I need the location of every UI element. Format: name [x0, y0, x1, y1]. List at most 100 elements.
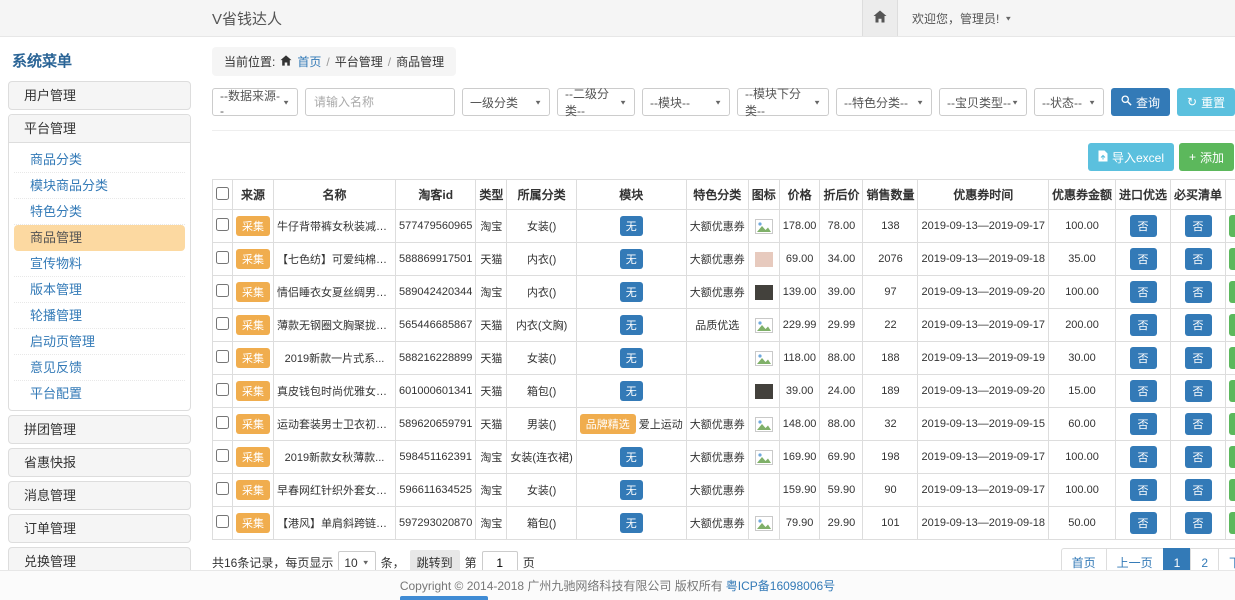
- status-button[interactable]: 上架: [1229, 380, 1235, 402]
- module-badge: 无: [620, 513, 643, 533]
- row-checkbox[interactable]: [216, 482, 229, 495]
- sidebar-item-message-mgmt[interactable]: 消息管理: [8, 481, 191, 510]
- discount-price: 24.00: [820, 375, 863, 408]
- filter-select-module-subcategory[interactable]: --模块下分类-- ▼: [737, 88, 829, 116]
- icp-link[interactable]: 粤ICP备16098006号: [726, 577, 835, 594]
- prev-page-button[interactable]: 上一页: [1106, 548, 1164, 570]
- add-button[interactable]: + 添加: [1179, 143, 1234, 171]
- import-select-toggle[interactable]: 否: [1130, 479, 1157, 501]
- sales-count: 138: [863, 210, 918, 243]
- must-buy-toggle[interactable]: 否: [1185, 512, 1212, 534]
- sidebar-item-goods-category[interactable]: 商品分类: [14, 147, 185, 173]
- row-checkbox[interactable]: [216, 383, 229, 396]
- row-checkbox[interactable]: [216, 350, 229, 363]
- sidebar-title: 系统菜单: [8, 37, 191, 81]
- import-select-toggle[interactable]: 否: [1130, 446, 1157, 468]
- row-checkbox[interactable]: [216, 416, 229, 429]
- sales-count: 188: [863, 342, 918, 375]
- must-buy-toggle[interactable]: 否: [1185, 314, 1212, 336]
- status-button[interactable]: 上架: [1229, 248, 1235, 270]
- status-button[interactable]: 上架: [1229, 413, 1235, 435]
- per-page-select[interactable]: 10 ▼: [338, 551, 375, 571]
- sidebar-item-goods-mgmt[interactable]: 商品管理: [14, 225, 185, 251]
- filter-select-module[interactable]: --模块-- ▼: [642, 88, 730, 116]
- import-select-toggle[interactable]: 否: [1130, 347, 1157, 369]
- product-image-icon: [755, 417, 773, 432]
- user-menu[interactable]: 欢迎您，管理员! ▼: [912, 10, 1012, 27]
- sidebar-item-exchange-mgmt[interactable]: 兑换管理: [8, 547, 191, 570]
- sidebar-item-platform-config[interactable]: 平台配置: [14, 381, 185, 406]
- page-button-2[interactable]: 2: [1190, 548, 1219, 570]
- sidebar-item-platform-header[interactable]: 平台管理: [9, 115, 190, 143]
- name-search-input[interactable]: [305, 88, 455, 116]
- sidebar-item-order-mgmt[interactable]: 订单管理: [8, 514, 191, 543]
- page-button-1[interactable]: 1: [1163, 548, 1192, 570]
- row-checkbox[interactable]: [216, 218, 229, 231]
- home-button[interactable]: [862, 0, 898, 36]
- filter-select-feature-category[interactable]: --特色分类-- ▼: [836, 88, 932, 116]
- breadcrumb-home-link[interactable]: 首页: [297, 53, 321, 70]
- import-select-toggle[interactable]: 否: [1130, 413, 1157, 435]
- price: 69.00: [779, 243, 820, 276]
- select-all-checkbox[interactable]: [216, 187, 229, 200]
- sidebar-item-group-buy-mgmt[interactable]: 拼团管理: [8, 415, 191, 444]
- page-number-input[interactable]: [482, 551, 518, 571]
- caret-down-icon: ▼: [619, 98, 627, 105]
- next-page-button[interactable]: 下一页: [1218, 548, 1235, 570]
- module-badge: 无: [620, 315, 643, 335]
- filter-select-item-type[interactable]: --宝贝类型-- ▼: [939, 88, 1027, 116]
- search-button[interactable]: 查询: [1111, 88, 1170, 116]
- first-page-button[interactable]: 首页: [1061, 548, 1107, 570]
- status-button[interactable]: 上架: [1229, 347, 1235, 369]
- table-row: 采集 【港风】单肩斜跨链条... 597293020870 淘宝 箱包() 无 …: [213, 507, 1235, 540]
- row-checkbox[interactable]: [216, 515, 229, 528]
- status-button[interactable]: 上架: [1229, 314, 1235, 336]
- import-select-toggle[interactable]: 否: [1130, 215, 1157, 237]
- reset-button[interactable]: ↻ 重置: [1177, 88, 1235, 116]
- must-buy-toggle[interactable]: 否: [1185, 347, 1212, 369]
- col-feature: 特色分类: [686, 180, 748, 210]
- status-button[interactable]: 上架: [1229, 446, 1235, 468]
- row-checkbox[interactable]: [216, 251, 229, 264]
- sidebar-item-promo-material[interactable]: 宣传物料: [14, 251, 185, 277]
- sidebar-item-feature-category[interactable]: 特色分类: [14, 199, 185, 225]
- import-icon: [1098, 150, 1108, 165]
- jump-to-button[interactable]: 跳转到: [410, 550, 460, 570]
- sidebar-item-user-mgmt[interactable]: 用户管理: [8, 81, 191, 110]
- status-button[interactable]: 上架: [1229, 215, 1235, 237]
- must-buy-toggle[interactable]: 否: [1185, 479, 1212, 501]
- sidebar-item-savings-news[interactable]: 省惠快报: [8, 448, 191, 477]
- must-buy-toggle[interactable]: 否: [1185, 446, 1212, 468]
- filter-select-status[interactable]: --状态-- ▼: [1034, 88, 1104, 116]
- filter-select-level1-category[interactable]: 一级分类 ▼: [462, 88, 550, 116]
- sidebar-item-version-mgmt[interactable]: 版本管理: [14, 277, 185, 303]
- product-category: 女装(连衣裙): [507, 441, 576, 474]
- must-buy-toggle[interactable]: 否: [1185, 215, 1212, 237]
- filter-select-level2-category[interactable]: --二级分类-- ▼: [557, 88, 635, 116]
- filter-select-data-source[interactable]: --数据来源-- ▼: [212, 88, 298, 116]
- import-select-toggle[interactable]: 否: [1130, 380, 1157, 402]
- sidebar-item-module-goods-category[interactable]: 模块商品分类: [14, 173, 185, 199]
- source-badge: 采集: [236, 249, 270, 269]
- import-select-toggle[interactable]: 否: [1130, 512, 1157, 534]
- import-select-toggle[interactable]: 否: [1130, 281, 1157, 303]
- sidebar-item-splash-mgmt[interactable]: 启动页管理: [14, 329, 185, 355]
- status-button[interactable]: 上架: [1229, 479, 1235, 501]
- status-button[interactable]: 上架: [1229, 512, 1235, 534]
- status-button[interactable]: 上架: [1229, 281, 1235, 303]
- product-category: 箱包(): [507, 507, 576, 540]
- row-checkbox[interactable]: [216, 449, 229, 462]
- must-buy-toggle[interactable]: 否: [1185, 248, 1212, 270]
- sidebar-item-carousel-mgmt[interactable]: 轮播管理: [14, 303, 185, 329]
- taoke-id: 588216228899: [396, 342, 476, 375]
- row-checkbox[interactable]: [216, 317, 229, 330]
- discount-price: 29.90: [820, 507, 863, 540]
- sidebar-item-feedback[interactable]: 意见反馈: [14, 355, 185, 381]
- import-select-toggle[interactable]: 否: [1130, 314, 1157, 336]
- row-checkbox[interactable]: [216, 284, 229, 297]
- must-buy-toggle[interactable]: 否: [1185, 413, 1212, 435]
- must-buy-toggle[interactable]: 否: [1185, 281, 1212, 303]
- must-buy-toggle[interactable]: 否: [1185, 380, 1212, 402]
- import-excel-button[interactable]: 导入excel: [1088, 143, 1174, 171]
- import-select-toggle[interactable]: 否: [1130, 248, 1157, 270]
